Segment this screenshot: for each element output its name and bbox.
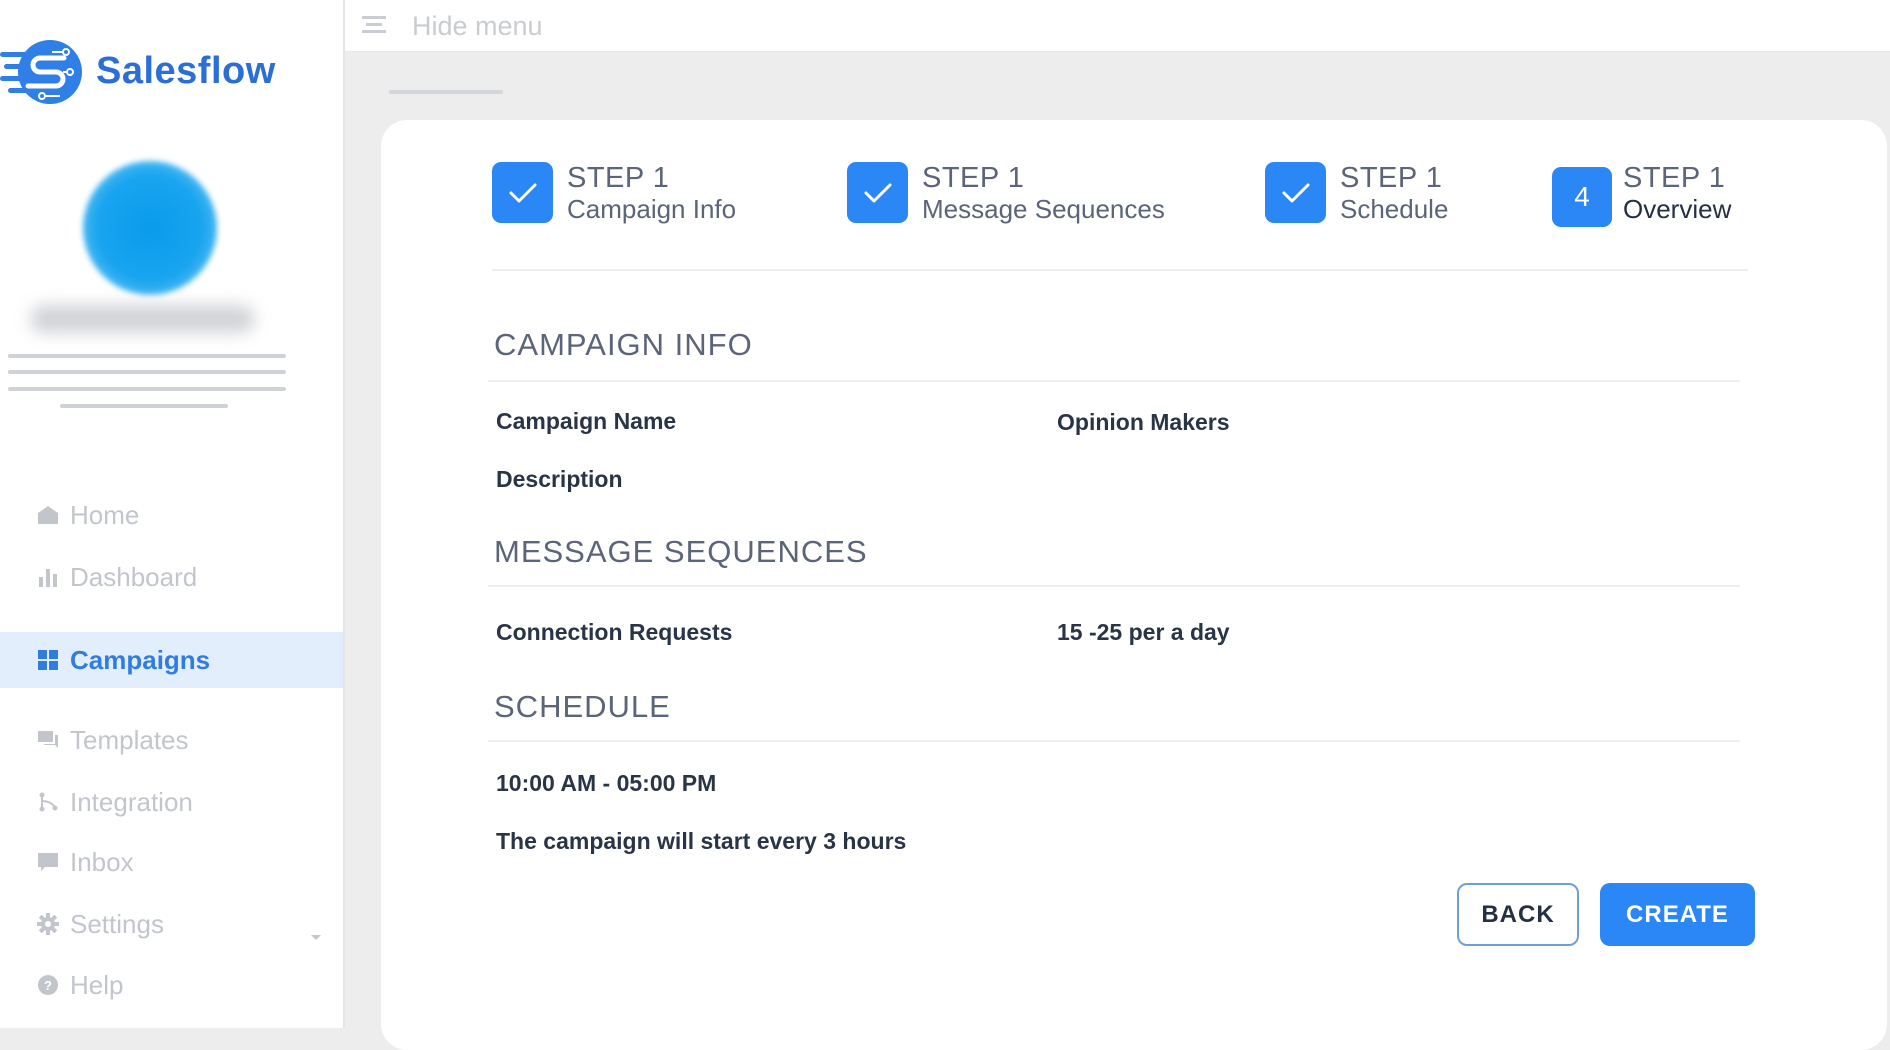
bar-chart-icon <box>37 566 59 588</box>
create-button[interactable]: CREATE <box>1600 883 1755 946</box>
connection-requests-value: 15 -25 per a day <box>1057 619 1230 645</box>
section-title-schedule: SCHEDULE <box>494 689 671 724</box>
step-title: Message Sequences <box>922 194 1165 224</box>
step-number: STEP 1 <box>922 162 1025 194</box>
sidebar-item-label: Templates <box>70 724 189 755</box>
schedule-time-range: 10:00 AM - 05:00 PM <box>496 770 717 796</box>
help-circle-icon: ? <box>37 974 59 996</box>
sidebar-item-campaigns[interactable]: Campaigns <box>0 632 343 688</box>
step-marker: 4 <box>1574 181 1590 212</box>
stepper-divider <box>492 269 1748 271</box>
step-overview[interactable]: 4 STEP 1 Overview <box>1552 162 1731 227</box>
connection-requests-label: Connection Requests <box>496 619 733 645</box>
step-number: STEP 1 <box>1623 162 1726 194</box>
sidebar-item-label: Inbox <box>70 846 134 877</box>
svg-text:?: ? <box>44 978 52 993</box>
step-title: Schedule <box>1340 194 1449 224</box>
chevron-down-icon[interactable] <box>310 918 322 949</box>
sidebar-item-dashboard[interactable]: Dashboard <box>0 549 343 605</box>
description-label: Description <box>496 466 623 492</box>
breadcrumb-placeholder <box>389 90 503 94</box>
grid-icon <box>37 649 59 671</box>
section-divider <box>488 740 1740 742</box>
step-completed-checkbox <box>847 162 908 223</box>
section-divider <box>488 585 1740 587</box>
user-info-line <box>8 387 286 391</box>
step-completed-checkbox <box>1265 162 1326 223</box>
sidebar: Salesflow Home Dashboard Campaigns Templ… <box>0 0 345 1028</box>
step-number: STEP 1 <box>567 162 670 194</box>
salesflow-logo-icon <box>0 40 82 104</box>
integration-icon <box>37 791 59 813</box>
brand-logo[interactable]: Salesflow <box>0 38 275 106</box>
campaign-name-label: Campaign Name <box>496 408 677 434</box>
section-title-campaign-info: CAMPAIGN INFO <box>494 327 753 362</box>
user-info-line <box>8 354 286 358</box>
sidebar-item-label: Dashboard <box>70 561 198 592</box>
section-divider <box>488 380 1740 382</box>
sidebar-item-label: Help <box>70 969 124 1000</box>
checkmark-icon <box>1282 183 1309 202</box>
sidebar-item-home[interactable]: Home <box>0 487 343 543</box>
step-completed-checkbox <box>492 162 553 223</box>
chat-bubbles-icon <box>37 729 59 751</box>
message-icon <box>37 851 59 873</box>
sidebar-item-label: Home <box>70 499 140 530</box>
sidebar-item-inbox[interactable]: Inbox <box>0 834 343 890</box>
gear-icon <box>37 913 59 935</box>
back-button[interactable]: BACK <box>1457 883 1579 946</box>
step-number: STEP 1 <box>1340 162 1443 194</box>
user-info-line <box>60 404 228 408</box>
sidebar-item-label: Campaigns <box>70 644 211 675</box>
step-title: Overview <box>1623 194 1732 224</box>
hamburger-menu-icon <box>362 14 386 39</box>
top-header: Hide menu <box>345 0 1890 52</box>
sidebar-item-help[interactable]: ? Help <box>0 957 343 1013</box>
step-campaign-info[interactable]: STEP 1 Campaign Info <box>492 162 736 224</box>
checkmark-icon <box>864 183 891 202</box>
section-title-message-sequences: MESSAGE SEQUENCES <box>494 534 868 569</box>
sidebar-item-templates[interactable]: Templates <box>0 712 343 768</box>
schedule-frequency: The campaign will start every 3 hours <box>496 828 907 854</box>
sidebar-item-label: Integration <box>70 786 193 817</box>
sidebar-item-settings[interactable]: Settings <box>0 896 343 952</box>
user-info-line <box>8 370 286 374</box>
user-name-blurred <box>30 305 255 333</box>
step-schedule[interactable]: STEP 1 Schedule <box>1265 162 1448 224</box>
hide-menu-button[interactable]: Hide menu <box>362 6 543 46</box>
checkmark-icon <box>509 183 536 202</box>
sidebar-item-integration[interactable]: Integration <box>0 774 343 830</box>
hide-menu-label: Hide menu <box>412 10 543 41</box>
brand-name: Salesflow <box>96 50 276 92</box>
step-message-sequences[interactable]: STEP 1 Message Sequences <box>847 162 1165 224</box>
step-title: Campaign Info <box>567 194 737 224</box>
home-icon <box>37 504 59 526</box>
avatar[interactable] <box>83 161 217 295</box>
sidebar-item-label: Settings <box>70 908 164 939</box>
step-number-badge: 4 <box>1552 167 1612 227</box>
campaign-name-value: Opinion Makers <box>1057 409 1230 435</box>
